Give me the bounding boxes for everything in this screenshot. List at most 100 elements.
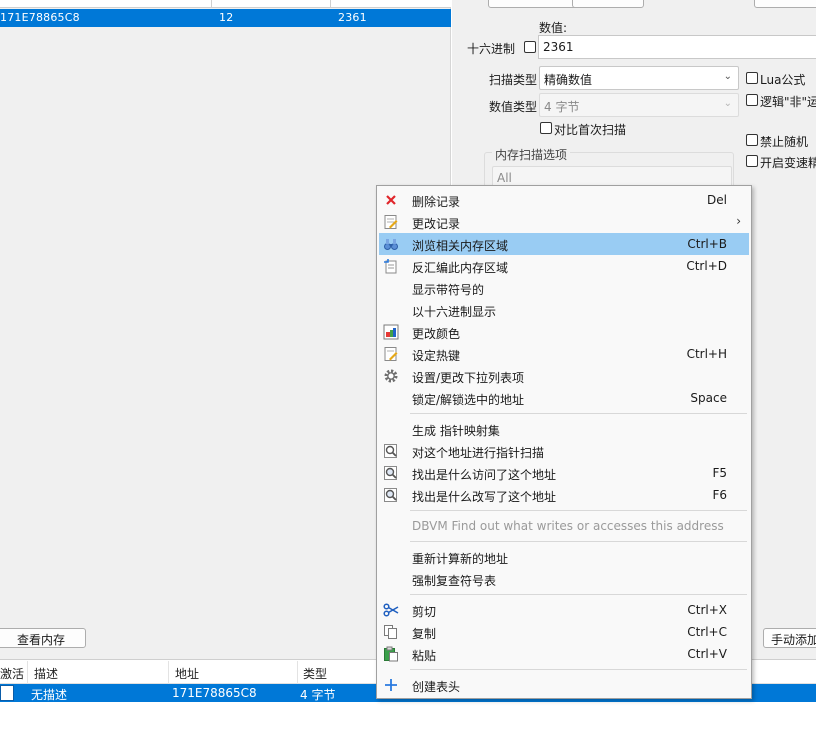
menu-item-copy[interactable]: 复制 Ctrl+C (379, 621, 749, 643)
logic-not-label: 逻辑"非"运 (760, 95, 816, 109)
hex-checkbox[interactable] (524, 41, 536, 53)
results-header (0, 0, 451, 8)
speedhack-checkbox[interactable] (746, 155, 758, 167)
menu-item-cut[interactable]: 剪切 Ctrl+X (379, 599, 749, 621)
plus-icon (385, 679, 397, 691)
menu-item-shortcut: Ctrl+V (687, 647, 727, 661)
menu-item-label: 重新计算新的地址 (412, 552, 509, 566)
menu-item-label: 以十六进制显示 (412, 305, 497, 319)
menu-separator (410, 669, 747, 670)
color-icon (383, 324, 399, 340)
result-row[interactable]: 171E78865C8 12 2361 (0, 9, 451, 27)
hex-label: 十六进制 (467, 42, 516, 56)
menu-item-label: 剪切 (412, 605, 437, 619)
menu-item-show-signed[interactable]: 显示带符号的 (379, 277, 749, 299)
result-value: 12 (219, 11, 234, 24)
view-memory-button[interactable]: 查看内存 (0, 628, 86, 648)
menu-item-change-record[interactable]: 更改记录 › (379, 211, 749, 233)
binoculars-icon (384, 239, 398, 250)
menu-item-create-header[interactable]: 创建表头 (379, 674, 749, 696)
lua-checkbox[interactable] (746, 72, 758, 84)
menu-item-label: 强制复查符号表 (412, 574, 497, 588)
find-write-icon (384, 488, 397, 502)
menu-item-shortcut: Ctrl+B (687, 237, 727, 251)
menu-item-dbvm-find: DBVM Find out what writes or accesses th… (379, 515, 749, 537)
menu-item-browse-memory[interactable]: 浏览相关内存区域 Ctrl+B (379, 233, 749, 255)
compare-first-checkbox[interactable] (540, 122, 552, 134)
copy-icon (384, 625, 397, 639)
header-address[interactable]: 地址 (175, 665, 199, 682)
menu-item-pointer-scan[interactable]: 对这个地址进行指针扫描 (379, 440, 749, 462)
logic-not-checkbox[interactable] (746, 94, 758, 106)
menu-item-label: 设置/更改下拉列表项 (412, 371, 525, 385)
memory-region-value: All (497, 171, 512, 185)
menu-item-shortcut: Ctrl+C (687, 625, 727, 639)
context-menu: 删除记录 Del 更改记录 › 浏览相关内存区域 Ctrl+B 反汇编此内存区域… (376, 185, 752, 699)
menu-item-change-color[interactable]: 更改颜色 (379, 321, 749, 343)
column-separator[interactable] (297, 661, 298, 684)
menu-item-label: 更改记录 (412, 217, 461, 231)
active-checkbox[interactable] (0, 685, 14, 701)
speedhack-label: 开启变速精 (760, 156, 816, 170)
menu-item-set-hotkey[interactable]: 设定热键 Ctrl+H (379, 343, 749, 365)
menu-item-label: 删除记录 (412, 195, 461, 209)
column-separator[interactable] (211, 0, 212, 7)
menu-item-shortcut: Ctrl+D (686, 259, 727, 273)
submenu-arrow-icon: › (736, 214, 741, 228)
menu-item-shortcut: F6 (712, 488, 727, 502)
column-separator[interactable] (168, 661, 169, 684)
value-input[interactable]: 2361 (538, 35, 816, 59)
value-type-select[interactable]: 4 字节 ⌄ (539, 93, 739, 117)
menu-item-label: 找出是什么访问了这个地址 (412, 468, 557, 482)
menu-item-shortcut: Ctrl+X (687, 603, 727, 617)
scan-type-label: 扫描类型 (489, 73, 538, 87)
menu-item-shortcut: F5 (712, 466, 727, 480)
menu-item-label: 对这个地址进行指针扫描 (412, 446, 545, 460)
menu-item-generate-pointermap[interactable]: 生成 指针映射集 (379, 418, 749, 440)
menu-item-show-hex[interactable]: 以十六进制显示 (379, 299, 749, 321)
result-address: 171E78865C8 (0, 11, 80, 24)
result-previous: 2361 (338, 11, 367, 24)
undo-scan-button[interactable] (754, 0, 816, 8)
lua-label: Lua公式 (760, 73, 806, 87)
menu-item-label: 浏览相关内存区域 (412, 239, 509, 253)
menu-item-label: 粘贴 (412, 649, 437, 663)
menu-item-paste[interactable]: 粘贴 Ctrl+V (379, 643, 749, 665)
menu-item-shortcut: Del (707, 193, 727, 207)
edit-record-icon (384, 215, 398, 229)
disable-random-checkbox[interactable] (746, 134, 758, 146)
menu-item-find-write[interactable]: 找出是什么改写了这个地址 F6 (379, 484, 749, 506)
menu-item-shortcut: Space (690, 391, 727, 405)
disable-random-label: 禁止随机 (760, 135, 809, 149)
header-active[interactable]: 激活 (0, 665, 24, 682)
disassemble-icon (384, 259, 397, 274)
next-scan-button[interactable] (572, 0, 644, 8)
menu-item-label: DBVM Find out what writes or accesses th… (412, 519, 724, 533)
header-type[interactable]: 类型 (303, 665, 327, 682)
menu-separator (410, 510, 747, 511)
value-type-label: 数值类型 (489, 100, 538, 114)
menu-item-disassemble[interactable]: 反汇编此内存区域 Ctrl+D (379, 255, 749, 277)
row-description: 无描述 (31, 688, 68, 702)
menu-item-label: 反汇编此内存区域 (412, 261, 509, 275)
menu-item-find-access[interactable]: 找出是什么访问了这个地址 F5 (379, 462, 749, 484)
row-type: 4 字节 (300, 688, 336, 702)
column-separator[interactable] (27, 661, 28, 684)
delete-x-icon (386, 195, 396, 205)
menu-item-toggle-lock[interactable]: 锁定/解锁选中的地址 Space (379, 387, 749, 409)
menu-item-shortcut: Ctrl+H (686, 347, 727, 361)
menu-item-dropdown-list[interactable]: 设置/更改下拉列表项 (379, 365, 749, 387)
menu-item-recalculate-address[interactable]: 重新计算新的地址 (379, 546, 749, 568)
menu-item-recheck-symbols[interactable]: 强制复查符号表 (379, 568, 749, 590)
chevron-down-icon: ⌄ (723, 71, 732, 82)
row-address: 171E78865C8 (172, 686, 257, 700)
column-separator[interactable] (330, 0, 331, 7)
header-description[interactable]: 描述 (34, 665, 58, 682)
menu-item-delete-record[interactable]: 删除记录 Del (379, 189, 749, 211)
scissors-icon (383, 603, 399, 617)
add-address-manually-button[interactable]: 手动添加 (763, 628, 816, 648)
first-scan-button[interactable] (488, 0, 584, 8)
compare-first-label: 对比首次扫描 (554, 123, 627, 137)
scan-type-value: 精确数值 (544, 73, 593, 87)
scan-type-select[interactable]: 精确数值 ⌄ (539, 66, 739, 90)
